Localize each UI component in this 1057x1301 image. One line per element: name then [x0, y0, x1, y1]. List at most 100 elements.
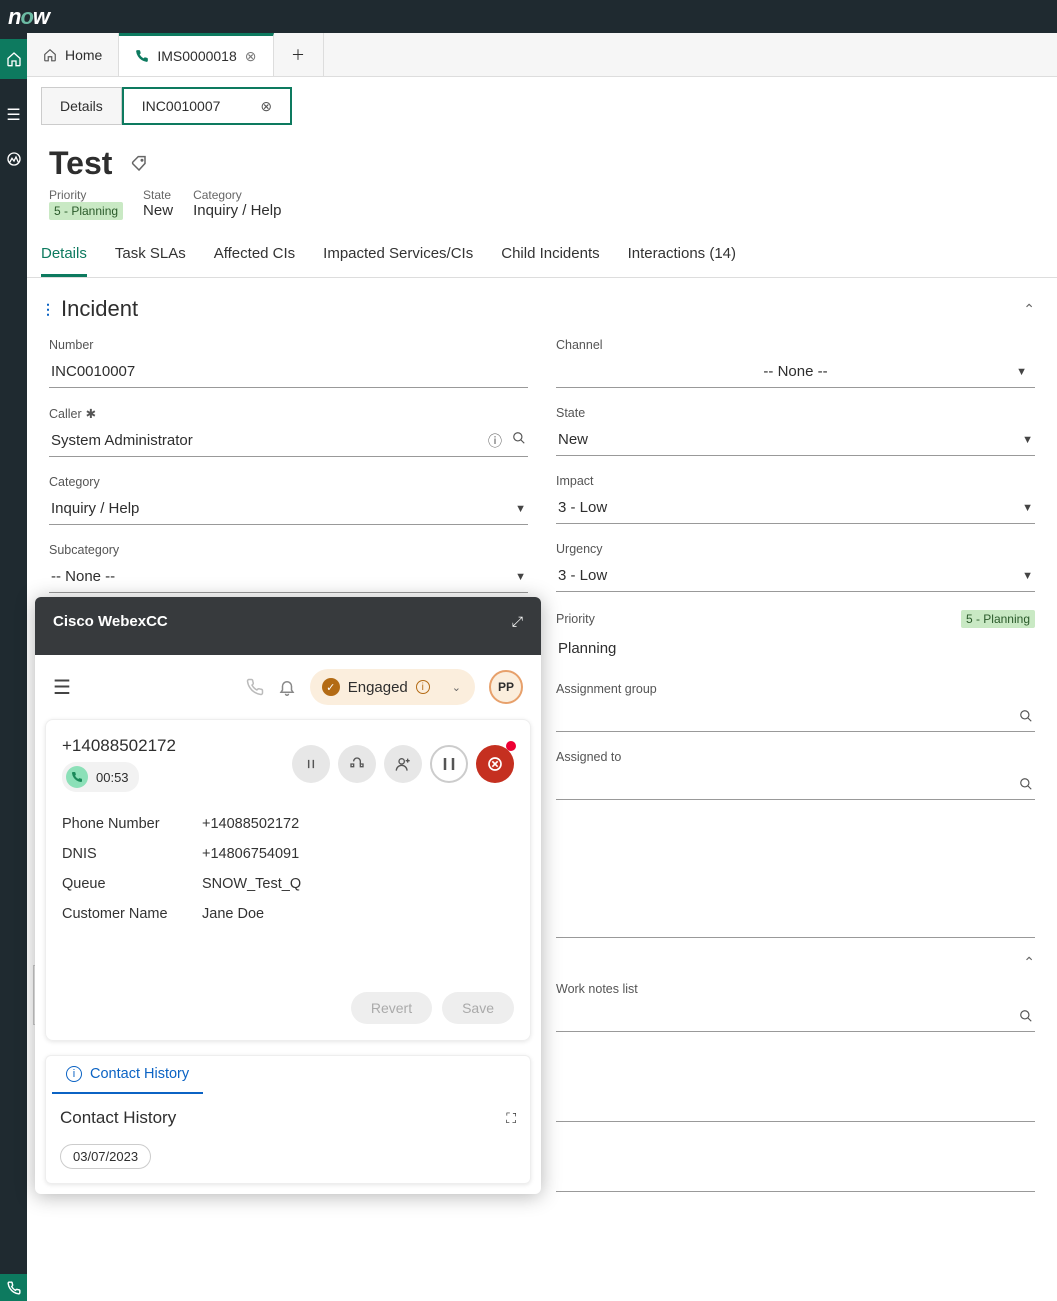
close-icon[interactable]: ⊗ — [260, 98, 272, 115]
phone-icon[interactable] — [246, 678, 264, 696]
chevron-down-icon: ⌄ — [452, 681, 461, 694]
chevron-up-icon[interactable]: ⌃ — [1023, 954, 1035, 971]
contact-history-tab[interactable]: i Contact History — [52, 1056, 203, 1094]
field-label: Impact — [556, 474, 1035, 488]
kv-val: SNOW_Test_Q — [202, 876, 514, 892]
field-label: Category — [49, 475, 528, 489]
agent-status-dropdown[interactable]: ✓ Engaged i ⌄ — [310, 669, 475, 705]
meta-label: Priority — [49, 188, 123, 202]
history-date: 03/07/2023 — [60, 1144, 151, 1169]
assignment-group-input[interactable] — [556, 700, 1035, 732]
chevron-down-icon: ▼ — [1022, 434, 1033, 446]
required-icon: ✱ — [86, 406, 96, 421]
dtab-details[interactable]: Details — [41, 237, 87, 277]
field-label: Number — [49, 338, 528, 352]
expand-icon[interactable]: ⛶ — [506, 1110, 516, 1127]
tab-label: IMS0000018 — [157, 48, 236, 64]
field-label: Assignment group — [556, 682, 1035, 696]
dtab-interactions[interactable]: Interactions (14) — [628, 237, 736, 277]
tab-new[interactable]: ＋ — [274, 33, 324, 76]
kebab-icon[interactable]: ⋮ — [41, 301, 55, 318]
close-icon[interactable]: ⊗ — [245, 48, 257, 65]
expand-icon[interactable]: ⤢ — [512, 613, 523, 630]
extra-input-1[interactable] — [556, 1090, 1035, 1122]
detail-tabs: Details Task SLAs Affected CIs Impacted … — [27, 237, 1057, 278]
description-textarea[interactable] — [556, 818, 1035, 938]
channel-select[interactable]: -- None --▼ — [556, 356, 1035, 388]
tab-record[interactable]: IMS0000018 ⊗ — [119, 33, 273, 76]
global-header: now — [0, 0, 1057, 33]
avatar[interactable]: PP — [489, 670, 523, 704]
chevron-up-icon[interactable]: ⌃ — [1023, 301, 1035, 318]
meta-value: New — [143, 202, 173, 219]
nav-home[interactable] — [0, 39, 27, 79]
home-icon — [43, 48, 57, 62]
caller-input[interactable]: System Administrator ⓘ — [49, 425, 528, 457]
dtab-affected-cis[interactable]: Affected CIs — [214, 237, 295, 277]
menu-icon[interactable]: ☰ — [6, 105, 20, 125]
field-label: State — [556, 406, 1035, 420]
search-icon[interactable] — [1019, 1009, 1033, 1023]
call-card: +14088502172 00:53 — [45, 719, 531, 1041]
contact-history-card: i Contact History Contact History ⛶ 03/0… — [45, 1055, 531, 1184]
call-phone-number: +14088502172 — [62, 736, 176, 756]
transfer-button[interactable] — [338, 745, 376, 783]
cisco-webexcc-panel: Cisco WebexCC ⤢ ☰ ✓ Engaged i ⌄ PP +1408… — [35, 597, 541, 1194]
dtab-task-slas[interactable]: Task SLAs — [115, 237, 186, 277]
search-icon[interactable] — [1019, 777, 1033, 791]
info-icon: i — [416, 680, 430, 694]
kv-key: Customer Name — [62, 906, 202, 922]
priority-display: Planning — [556, 632, 1035, 664]
dtab-child[interactable]: Child Incidents — [501, 237, 599, 277]
subcategory-select[interactable]: -- None --▼ — [49, 561, 528, 593]
field-label: Channel — [556, 338, 1035, 352]
subtab-label: Details — [60, 98, 103, 114]
tag-icon[interactable] — [130, 155, 148, 173]
call-timer: 00:53 — [62, 762, 139, 792]
recording-indicator — [506, 741, 516, 751]
rail-phone-button[interactable] — [0, 1274, 27, 1301]
meta-label: Category — [193, 188, 281, 202]
info-icon: i — [66, 1066, 82, 1082]
phone-active-icon — [66, 766, 88, 788]
search-icon[interactable] — [1019, 709, 1033, 723]
workspace-tabs: Home IMS0000018 ⊗ ＋ — [27, 33, 1057, 77]
field-label: Assigned to — [556, 750, 1035, 764]
subtab-incident[interactable]: INC0010007 ⊗ — [122, 87, 292, 125]
tab-home[interactable]: Home — [27, 33, 119, 76]
work-notes-list-input[interactable] — [556, 1000, 1035, 1032]
chevron-down-icon: ▼ — [515, 571, 526, 583]
priority-badge: 5 - Planning — [49, 202, 123, 220]
phone-icon — [135, 49, 149, 63]
consult-button[interactable] — [384, 745, 422, 783]
record-title: Test — [49, 145, 112, 182]
kv-key: Phone Number — [62, 816, 202, 832]
hold-button[interactable] — [292, 745, 330, 783]
menu-icon[interactable]: ☰ — [53, 675, 71, 700]
pause-recording-button[interactable] — [430, 745, 468, 783]
assigned-to-input[interactable] — [556, 768, 1035, 800]
dashboard-icon[interactable] — [6, 151, 22, 167]
state-select[interactable]: New▼ — [556, 424, 1035, 456]
search-icon[interactable] — [512, 431, 526, 451]
widget-title: Cisco WebexCC — [53, 613, 168, 630]
info-icon[interactable]: ⓘ — [488, 431, 502, 451]
urgency-select[interactable]: 3 - Low▼ — [556, 560, 1035, 592]
field-label: Urgency — [556, 542, 1035, 556]
bell-icon[interactable] — [278, 678, 296, 696]
field-label: Subcategory — [49, 543, 528, 557]
section-title: Incident — [61, 296, 138, 322]
meta-value: Inquiry / Help — [193, 202, 281, 219]
impact-select[interactable]: 3 - Low▼ — [556, 492, 1035, 524]
extra-input-2[interactable] — [556, 1160, 1035, 1192]
number-input[interactable]: INC0010007 — [49, 356, 528, 388]
revert-button[interactable]: Revert — [351, 992, 432, 1024]
plus-icon: ＋ — [291, 45, 305, 65]
save-button[interactable]: Save — [442, 992, 514, 1024]
subtab-details[interactable]: Details — [41, 87, 122, 125]
category-select[interactable]: Inquiry / Help▼ — [49, 493, 528, 525]
left-navigation-rail: ☰ — [0, 33, 27, 1301]
dtab-impacted[interactable]: Impacted Services/CIs — [323, 237, 473, 277]
meta-label: State — [143, 188, 173, 202]
field-label: Caller ✱ — [49, 406, 528, 421]
